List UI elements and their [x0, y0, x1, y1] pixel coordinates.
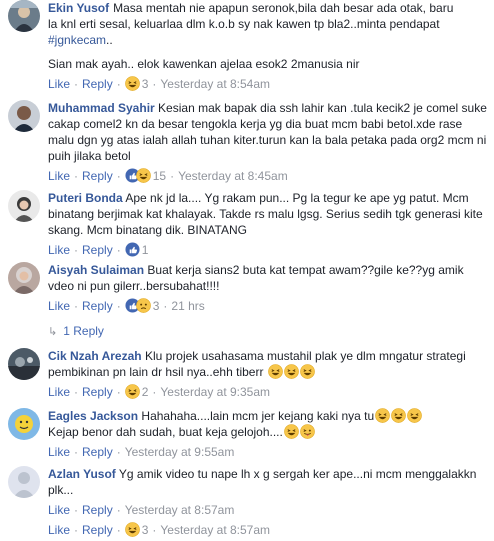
haha-reaction-icon[interactable] [124, 384, 140, 403]
comment-author[interactable]: Azlan Yusof [48, 467, 116, 481]
avatar[interactable] [8, 466, 40, 498]
laughing-emoji-icon [267, 364, 283, 379]
comment-body: Hahahaha....lain mcm jer kejang kaki nya… [141, 409, 375, 423]
comment-body-line: Masa mentah nie apapun seronok,bila dah … [113, 1, 454, 15]
comment-actions: Like · Reply · 3 · 21 hrs [48, 298, 488, 317]
reaction-count[interactable]: 1 [142, 243, 149, 257]
avatar[interactable] [8, 262, 40, 294]
haha-reaction-icon[interactable] [124, 522, 140, 541]
comment-author[interactable]: Puteri Bonda [48, 191, 123, 205]
reply-button[interactable]: Reply [82, 243, 113, 257]
comment-text: Azlan Yusof Yg amik video tu nape lh x g… [48, 466, 488, 498]
comment-text: Muhammad Syahir Kesian mak bapak dia ssh… [48, 100, 488, 164]
reply-button[interactable]: Reply [82, 299, 113, 313]
timestamp[interactable]: Yesterday at 9:55am [125, 445, 235, 459]
reaction-count[interactable]: 3 [153, 299, 160, 313]
comment-body-line: Kejap benor dah sudah, buat keja gelojoh… [48, 425, 283, 439]
timestamp[interactable]: Yesterday at 9:35am [160, 385, 270, 399]
view-replies-link[interactable]: ↳ 1 Reply [48, 324, 104, 338]
like-button[interactable]: Like [48, 243, 70, 257]
avatar[interactable] [8, 0, 40, 32]
comment-author[interactable]: Eagles Jackson [48, 409, 138, 423]
comment-actions: Like · Reply · 1 [48, 242, 488, 261]
comment-actions: Like · Reply · 15 · Yesterday at 8:45am [48, 168, 488, 187]
comment-author[interactable]: Ekin Yusof [48, 1, 109, 15]
comment-text: Aisyah Sulaiman Buat kerja sians2 buta k… [48, 262, 488, 294]
comment-actions: Like · Reply · 3 · Yesterday at 8:57am [48, 522, 270, 541]
like-button[interactable]: Like [48, 77, 70, 91]
reply-button[interactable]: Reply [82, 445, 113, 459]
comment-actions: Like · Reply · Yesterday at 8:57am [48, 503, 235, 517]
avatar[interactable] [8, 100, 40, 132]
comment-author[interactable]: Muhammad Syahir [48, 101, 155, 115]
comment-text: Ekin Yusof Masa mentah nie apapun seronok… [48, 0, 488, 48]
like-button[interactable]: Like [48, 523, 70, 537]
reply-button[interactable]: Reply [82, 169, 113, 183]
reply-arrow-icon: ↳ [48, 326, 58, 338]
laughing-emoji-icon [391, 408, 407, 423]
comment-body-line: .. [106, 33, 113, 47]
reaction-count[interactable]: 2 [142, 385, 149, 399]
avatar[interactable] [8, 190, 40, 222]
reply-button[interactable]: Reply [82, 523, 113, 537]
like-button[interactable]: Like [48, 503, 70, 517]
timestamp[interactable]: Yesterday at 8:45am [178, 169, 288, 183]
comment-text: Puteri Bonda Ape nk jd la.... Yg rakam p… [48, 190, 488, 238]
avatar[interactable] [8, 348, 40, 380]
laughing-emoji-icon [283, 364, 299, 379]
comment-body-line: Sian mak ayah.. elok kawenkan ajelaa eso… [48, 57, 360, 71]
avatar[interactable] [8, 408, 40, 440]
reaction-count[interactable]: 3 [142, 77, 149, 91]
laughing-emoji-icon [299, 364, 315, 379]
comment-author[interactable]: Cik Nzah Arezah [48, 349, 142, 363]
like-button[interactable]: Like [48, 169, 70, 183]
comment-actions: Like · Reply · 2 · Yesterday at 9:35am [48, 384, 488, 403]
like-button[interactable]: Like [48, 445, 70, 459]
comment-actions: Like · Reply · Yesterday at 9:55am [48, 445, 235, 459]
comment-body-line: la knl erti sesal, keluarlaa dlm k.o.b s… [48, 17, 440, 31]
timestamp[interactable]: Yesterday at 8:54am [160, 77, 270, 91]
laughing-emoji-icon [407, 408, 423, 423]
reaction-count[interactable]: 3 [142, 523, 149, 537]
timestamp[interactable]: 21 hrs [171, 299, 204, 313]
reply-button[interactable]: Reply [82, 77, 113, 91]
sad-reaction-icon[interactable] [135, 298, 151, 317]
like-button[interactable]: Like [48, 385, 70, 399]
like-button[interactable]: Like [48, 299, 70, 313]
reply-button[interactable]: Reply [82, 503, 113, 517]
haha-reaction-icon[interactable] [135, 168, 151, 187]
reaction-count[interactable]: 15 [153, 169, 166, 183]
comment-author[interactable]: Aisyah Sulaiman [48, 263, 144, 277]
comment-text: Cik Nzah Arezah Klu projek usahasama mus… [48, 348, 488, 380]
reply-button[interactable]: Reply [82, 385, 113, 399]
timestamp[interactable]: Yesterday at 8:57am [125, 503, 235, 517]
comment-actions: Like · Reply · 3 · Yesterday at 8:54am [48, 76, 488, 95]
like-reaction-icon[interactable] [125, 242, 140, 261]
timestamp[interactable]: Yesterday at 8:57am [160, 523, 270, 537]
laughing-emoji-icon [283, 424, 299, 439]
hashtag-link[interactable]: #jgnkecam [48, 33, 106, 47]
laughing-emoji-icon [375, 408, 391, 423]
haha-reaction-icon[interactable] [124, 76, 140, 95]
tongue-emoji-icon [299, 424, 315, 439]
replies-count-label[interactable]: 1 Reply [63, 324, 104, 338]
comment-text: Eagles Jackson Hahahaha....lain mcm jer … [48, 408, 488, 440]
